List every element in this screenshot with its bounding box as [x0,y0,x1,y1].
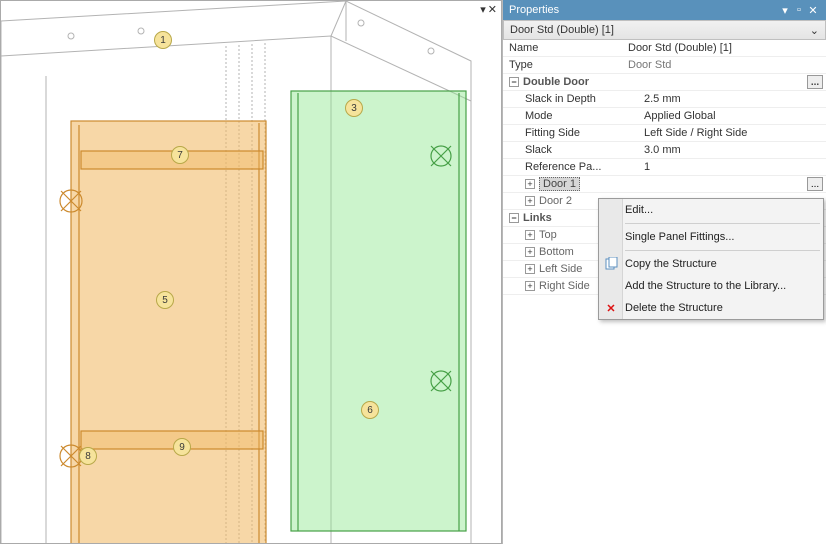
panel-object-selector[interactable]: Door Std (Double) [1] ⌄ [503,20,826,40]
context-menu: Edit... Single Panel Fittings... Copy th… [598,198,824,320]
door1-ellipsis-button[interactable]: ... [807,177,823,191]
collapse-icon[interactable]: − [509,77,519,87]
group-ellipsis-button[interactable]: ... [807,75,823,89]
group-door1[interactable]: + Door 1 ... [503,176,826,193]
group-double-door[interactable]: − Double Door ... [503,74,826,91]
menu-separator [625,223,820,224]
expand-icon[interactable]: + [525,230,535,240]
menu-single-panel-fittings[interactable]: Single Panel Fittings... [599,226,823,248]
menu-delete-structure[interactable]: ✕ Delete the Structure [599,297,823,319]
prop-row-type[interactable]: Type Door Std [503,57,826,74]
marker-3[interactable]: 3 [345,99,363,117]
expand-icon[interactable]: + [525,179,535,189]
marker-5[interactable]: 5 [156,291,174,309]
marker-8[interactable]: 8 [79,447,97,465]
marker-6[interactable]: 6 [361,401,379,419]
viewport-close-icon[interactable]: ✕ [488,3,497,16]
marker-1[interactable]: 1 [154,31,172,49]
prop-row-name[interactable]: Name Door Std (Double) [1] [503,40,826,57]
copy-icon [603,256,619,272]
expand-icon[interactable]: + [525,281,535,291]
panel-dropdown-icon[interactable]: ▾ [778,4,792,17]
panel-title-text: Properties [509,4,559,16]
chevron-down-icon: ⌄ [810,24,819,37]
marker-7[interactable]: 7 [171,146,189,164]
panel-subtitle-text: Door Std (Double) [1] [510,24,614,36]
expand-icon[interactable]: + [525,247,535,257]
collapse-icon[interactable]: − [509,213,519,223]
menu-copy-structure[interactable]: Copy the Structure [599,253,823,275]
model-viewport[interactable]: ▾ ✕ [0,0,502,544]
panel-close-icon[interactable]: ✕ [806,4,820,17]
viewport-collapse-icon[interactable]: ▾ [480,3,486,16]
delete-icon: ✕ [603,300,619,316]
menu-edit[interactable]: Edit... [599,199,823,221]
menu-separator [625,250,820,251]
prop-row-slack-depth[interactable]: Slack in Depth 2.5 mm [503,91,826,108]
prop-row-slack[interactable]: Slack 3.0 mm [503,142,826,159]
panel-pin-icon[interactable]: ▫ [792,4,806,16]
expand-icon[interactable]: + [525,264,535,274]
prop-row-fitting-side[interactable]: Fitting Side Left Side / Right Side [503,125,826,142]
prop-row-mode[interactable]: Mode Applied Global [503,108,826,125]
marker-9[interactable]: 9 [173,438,191,456]
expand-icon[interactable]: + [525,196,535,206]
menu-add-to-library[interactable]: Add the Structure to the Library... [599,275,823,297]
panel-titlebar[interactable]: Properties ▾ ▫ ✕ [503,0,826,20]
prop-row-reference[interactable]: Reference Pa... 1 [503,159,826,176]
cabinet-drawing [1,1,502,544]
